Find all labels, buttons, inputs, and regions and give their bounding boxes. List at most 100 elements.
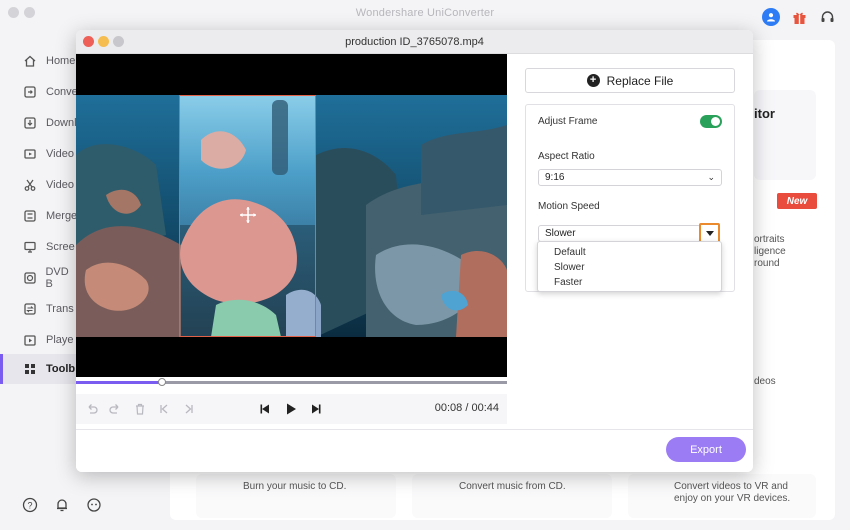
sidebar-item-transfer[interactable]: Trans [0, 295, 78, 323]
sidebar-item-label: Downl [46, 117, 77, 129]
dvd-icon [22, 270, 37, 286]
bell-icon[interactable] [54, 497, 70, 513]
close-window-button[interactable] [8, 7, 19, 18]
video-preview-area: 00:08 / 00:44 [76, 54, 507, 454]
screen-record-icon [22, 239, 38, 255]
headset-icon [821, 10, 833, 22]
transfer-icon [22, 301, 38, 317]
svg-text:?: ? [27, 501, 32, 511]
player-icon [22, 332, 38, 348]
replace-file-label: Replace File [606, 73, 674, 88]
sidebar-item-video-editor[interactable]: Video [0, 171, 78, 199]
skip-forward-icon [185, 404, 193, 414]
video-compress-icon [22, 146, 38, 162]
sidebar-item-video-compressor[interactable]: Video [0, 140, 78, 168]
sidebar-item-merger[interactable]: Merge [0, 202, 78, 230]
sidebar-item-label: Home [46, 55, 76, 67]
redo-button[interactable] [107, 401, 123, 417]
playback-progress-fill [76, 381, 163, 384]
sidebar-item-screen-recorder[interactable]: Scree [0, 233, 78, 261]
help-icon[interactable]: ? [22, 497, 38, 513]
cd-converter-description: Convert music from CD. [459, 481, 566, 492]
plus-circle-icon: + [586, 74, 600, 87]
tool-card-videos-text: deos [754, 376, 776, 387]
toolbox-icon [22, 361, 38, 377]
export-button[interactable]: Export [666, 437, 746, 462]
motion-speed-label: Motion Speed [538, 201, 600, 212]
sidebar-item-label: Video [46, 148, 74, 160]
sidebar-item-dvd-burner[interactable]: DVD B [0, 264, 78, 292]
app-title: Wondershare UniConverter [355, 7, 495, 19]
dialog-minimize-button[interactable] [98, 36, 109, 47]
play-button[interactable] [283, 401, 299, 417]
vr-converter-description: Convert videos to VR and enjoy on your V… [674, 481, 791, 504]
merge-icon [22, 208, 38, 224]
move-crosshair-icon[interactable] [239, 206, 257, 224]
trash-icon [136, 403, 144, 415]
sidebar: Home Conve Downl Video Video Merge Scree [0, 40, 78, 530]
feedback-icon[interactable] [86, 497, 102, 513]
motion-speed-select[interactable]: Slower [538, 225, 701, 242]
undo-button[interactable] [84, 401, 100, 417]
step-back-icon [260, 404, 269, 414]
video-crop-dialog: production ID_3765078.mp4 00:08 / 00:44 … [76, 30, 753, 472]
delete-button[interactable] [132, 401, 148, 417]
sidebar-item-toolbox[interactable]: Toolb [0, 354, 78, 384]
new-badge: New [777, 193, 817, 209]
speed-option-faster[interactable]: Faster [538, 275, 721, 290]
sidebar-item-label: DVD B [45, 266, 69, 290]
sidebar-item-player[interactable]: Playe [0, 326, 78, 354]
tool-card-editor-title: itor [754, 106, 775, 121]
current-time: 00:08 [434, 402, 463, 414]
playback-progress-bar[interactable] [76, 378, 507, 386]
motion-speed-value: Slower [545, 228, 576, 239]
time-separator: / [465, 402, 469, 414]
dialog-close-button[interactable] [83, 36, 94, 47]
speed-option-default[interactable]: Default [538, 245, 721, 260]
motion-speed-dropdown: Default Slower Faster [537, 241, 722, 292]
gift-button[interactable] [790, 8, 808, 26]
support-button[interactable] [818, 8, 836, 26]
tool-card-ai-portrait-text: ortraits ligence round [754, 234, 786, 269]
next-frame-button[interactable] [181, 401, 197, 417]
user-icon [762, 8, 780, 26]
sidebar-item-label: Trans [46, 303, 74, 315]
minimize-window-button[interactable] [24, 7, 35, 18]
tool-card-editor[interactable] [754, 90, 816, 180]
sidebar-item-label: Conve [46, 86, 78, 98]
play-icon [287, 403, 296, 415]
download-icon [22, 115, 38, 131]
previous-frame-button[interactable] [156, 401, 172, 417]
dialog-zoom-button[interactable] [113, 36, 124, 47]
cd-burner-description: Burn your music to CD. [243, 481, 347, 492]
sidebar-item-label: Merge [46, 210, 78, 222]
step-forward-button[interactable] [308, 401, 324, 417]
redo-icon [109, 404, 119, 414]
playback-time: 00:08 / 00:44 [435, 402, 499, 414]
sidebar-item-converter[interactable]: Conve [0, 78, 78, 106]
sidebar-item-label: Video [46, 179, 74, 191]
convert-icon [22, 84, 38, 100]
dialog-titlebar: production ID_3765078.mp4 [76, 30, 753, 54]
sidebar-item-label: Scree [46, 241, 75, 253]
aspect-ratio-value: 9:16 [545, 172, 565, 183]
undo-icon [88, 404, 98, 414]
step-forward-icon [312, 404, 321, 414]
speed-option-slower[interactable]: Slower [538, 260, 721, 275]
sidebar-footer: ? [22, 497, 102, 513]
frame-settings-box: Adjust Frame Aspect Ratio 9:16 ⌄ Motion … [525, 104, 735, 292]
total-time: 00:44 [471, 402, 499, 414]
adjust-frame-toggle[interactable] [700, 115, 722, 128]
sidebar-item-label: Playe [46, 334, 74, 346]
sidebar-item-home[interactable]: Home [0, 47, 78, 75]
aspect-ratio-select[interactable]: 9:16 ⌄ [538, 169, 722, 186]
playback-progress-handle[interactable] [158, 378, 167, 386]
caret-down-icon [705, 231, 714, 236]
account-button[interactable] [762, 8, 780, 26]
gift-icon [793, 12, 805, 24]
step-back-button[interactable] [257, 401, 273, 417]
sidebar-item-downloader[interactable]: Downl [0, 109, 78, 137]
dialog-footer: Export [76, 429, 753, 472]
player-controls: 00:08 / 00:44 [76, 394, 507, 424]
replace-file-button[interactable]: + Replace File [525, 68, 735, 93]
